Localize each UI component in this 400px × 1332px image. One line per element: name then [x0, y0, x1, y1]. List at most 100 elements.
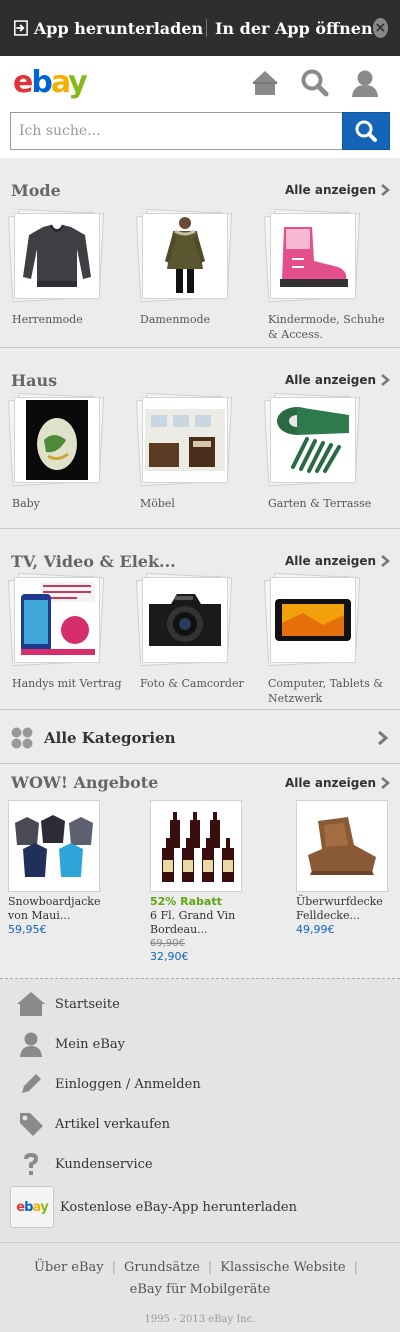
bottom-links: Über eBay | Grundsätze | Klassische Website |…: [0, 1243, 400, 1331]
wine-bottles-image: [150, 800, 242, 892]
category-label: Damenmode: [140, 313, 211, 326]
nav-label: Einloggen / Anmelden: [55, 1076, 201, 1092]
chevron-right-icon: [381, 184, 390, 196]
all-categories-label: Alle Kategorien: [44, 729, 176, 747]
nav-label: Startseite: [55, 996, 120, 1012]
logo-letter: a: [32, 1199, 41, 1215]
section-mode: Mode Alle anzeigen Herrenmode Damenmode …: [0, 158, 400, 348]
nav-kundenservice[interactable]: Kundenservice: [16, 1149, 153, 1179]
deal-old-price: 69,90€: [150, 938, 185, 949]
deal-card[interactable]: 52% Rabatt 6 Fl. Grand Vin Bordeau... 69…: [150, 800, 250, 964]
nav-artikel-verkaufen[interactable]: Artikel verkaufen: [16, 1109, 170, 1139]
section-title: Mode: [11, 181, 61, 200]
image-frame: [135, 208, 233, 304]
nav-startseite[interactable]: Startseite: [16, 989, 120, 1019]
logo-letter: y: [68, 65, 88, 100]
user-icon: [16, 1029, 46, 1059]
deal-price: 49,99€: [296, 923, 335, 936]
search-bar: [10, 112, 390, 150]
parka-image: [142, 213, 228, 299]
sweater-image: [14, 213, 100, 299]
deal-card[interactable]: Snowboardjacke von Maui... 59,95€: [8, 800, 108, 937]
logo-letter: y: [40, 1199, 49, 1215]
logo-letter: a: [50, 65, 70, 100]
nav-einloggen[interactable]: Einloggen / Anmelden: [16, 1069, 201, 1099]
nav-app-download[interactable]: ebay Kostenlose eBay-App herunterladen: [10, 1185, 297, 1229]
see-all-link[interactable]: Alle anzeigen: [285, 775, 390, 791]
see-all-link[interactable]: Alle anzeigen: [285, 553, 390, 569]
chevron-right-icon: [378, 731, 388, 745]
section-haus: Haus Alle anzeigen Baby Möbel Garten & T…: [0, 348, 400, 529]
category-label: Herrenmode: [12, 313, 83, 326]
deal-title: Snowboardjacke von Maui...: [8, 895, 101, 922]
logo-letter: e: [13, 65, 33, 100]
question-icon: [16, 1149, 46, 1179]
app-banner: App herunterladen In der App öffnen ×: [0, 0, 400, 56]
nav-mein-ebay[interactable]: Mein eBay: [16, 1029, 125, 1059]
belly-cast-image: [14, 397, 100, 483]
category-label: Kindermode, Schuhe & Access.: [268, 313, 385, 341]
link-mobile-devices[interactable]: eBay für Mobilgeräte: [130, 1282, 271, 1297]
home-icon[interactable]: [250, 68, 280, 98]
category-label: Garten & Terrasse: [268, 497, 372, 510]
close-banner-button[interactable]: ×: [372, 18, 388, 38]
category-label: Baby: [12, 497, 40, 510]
blanket-image: [296, 800, 388, 892]
user-icon[interactable]: [350, 68, 380, 98]
deal-promo-badge: 52% Rabatt: [150, 895, 222, 908]
nav-label: Mein eBay: [55, 1036, 126, 1052]
see-all-link[interactable]: Alle anzeigen: [285, 182, 390, 198]
image-frame: [135, 572, 233, 668]
category-sections: Mode Alle anzeigen Herrenmode Damenmode …: [0, 158, 400, 710]
deal-title: Überwurfdecke Felldecke...: [296, 895, 383, 922]
ebay-logo[interactable]: ebay: [13, 65, 88, 100]
download-app-button[interactable]: App herunterladen: [34, 19, 203, 38]
category-label: Foto & Camcorder: [140, 677, 244, 690]
logo-letter: b: [24, 1199, 33, 1215]
header: ebay: [0, 56, 400, 158]
all-categories-row[interactable]: Alle Kategorien: [0, 710, 400, 764]
link-principles[interactable]: Grundsätze: [124, 1260, 200, 1275]
image-frame: [263, 572, 361, 668]
see-all-link[interactable]: Alle anzeigen: [285, 372, 390, 388]
image-frame: [7, 392, 105, 488]
chevron-right-icon: [381, 777, 390, 789]
deal-title: 6 Fl. Grand Vin Bordeau...: [150, 909, 236, 936]
banner-divider: [206, 19, 207, 37]
search-input[interactable]: [10, 112, 342, 150]
image-frame: [7, 572, 105, 668]
chevron-right-icon: [381, 555, 390, 567]
copyright: 1995 - 2013 eBay Inc.: [144, 1314, 256, 1325]
see-all-label: Alle anzeigen: [285, 183, 376, 197]
jacket-image: [8, 800, 100, 892]
home-icon: [16, 989, 46, 1019]
image-frame: [263, 392, 361, 488]
see-all-label: Alle anzeigen: [285, 373, 376, 387]
garden-fence-image: [270, 397, 356, 483]
search-icon[interactable]: [300, 68, 330, 98]
section-title: TV, Video & Elek...: [11, 552, 176, 571]
open-in-app-button[interactable]: In der App öffnen: [215, 19, 373, 38]
image-frame: [7, 208, 105, 304]
section-tv-video: TV, Video & Elek... Alle anzeigen Handys…: [0, 529, 400, 710]
kids-boot-image: [270, 213, 356, 299]
category-label: Computer, Tablets & Netzwerk: [268, 677, 384, 705]
search-button[interactable]: [342, 112, 390, 150]
nav-label: Kostenlose eBay-App herunterladen: [60, 1199, 297, 1215]
section-title: WOW! Angebote: [11, 773, 159, 792]
wow-deals-section: WOW! Angebote Alle anzeigen Snowboardjac…: [0, 764, 400, 979]
grid-dots-icon: [11, 727, 33, 749]
deal-price: 59,95€: [8, 923, 47, 936]
footer-nav: Startseite Mein eBay Einloggen / Anmelde…: [0, 979, 400, 1243]
deal-price: 32,90€: [150, 950, 189, 963]
download-icon[interactable]: [14, 18, 28, 38]
see-all-label: Alle anzeigen: [285, 554, 376, 568]
link-classic-site[interactable]: Klassische Website: [220, 1260, 345, 1275]
furniture-image: [142, 397, 228, 483]
logo-letter: b: [31, 65, 53, 100]
link-separator: |: [111, 1260, 117, 1275]
link-about[interactable]: Über eBay: [34, 1260, 104, 1275]
deal-card[interactable]: Überwurfdecke Felldecke... 49,99€: [296, 800, 396, 937]
link-separator: |: [353, 1260, 359, 1275]
category-label: Möbel: [140, 497, 175, 510]
